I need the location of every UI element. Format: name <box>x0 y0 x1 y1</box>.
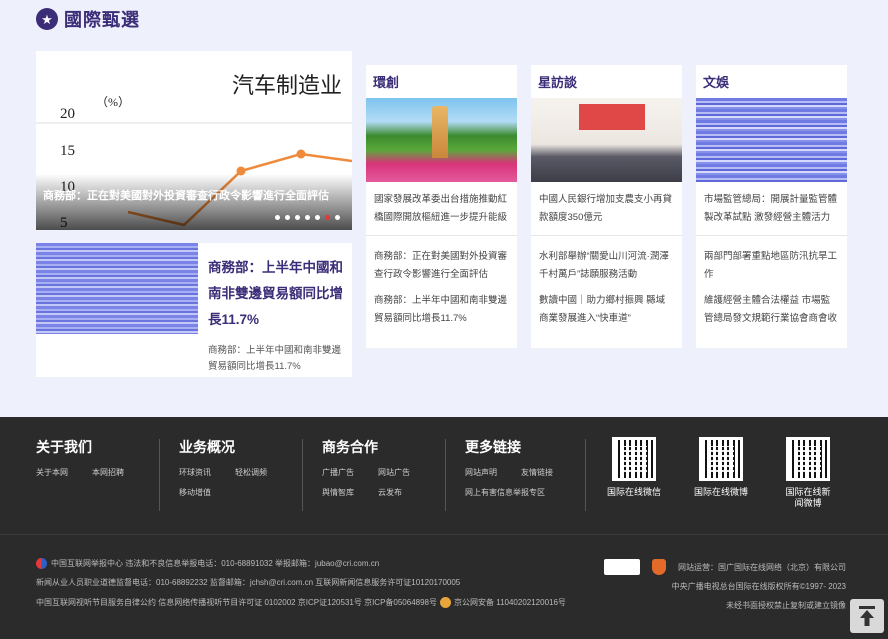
license-text[interactable]: 中国互联网视听节目服务自律公约 信息网络传播视听节目许可证 0102002 京I… <box>36 598 437 607</box>
footer-col-title: 业务概况 <box>179 439 235 455</box>
news-slider[interactable]: 汽车制造业 （%） 2015105 商務部：正在對美國對外投資審查行政令影響進行… <box>36 51 352 230</box>
copyright-text: 中央广播电视总台国际在线版权所有©1997- 2023 <box>671 582 846 591</box>
card-headline-text[interactable]: 國家發展改革委出台措施推動紅橋國際開放樞紐進一步提升能級 <box>374 191 509 227</box>
footer-divider <box>159 439 160 511</box>
footer-col-about: 关于我们 关于本网 本网招聘 <box>36 437 148 478</box>
qr-weibo[interactable]: 国际在线微博 <box>681 437 761 498</box>
card-link[interactable]: 水利部舉辦“關愛山川河流·潤澤千村萬戶”誌願服務活動 <box>531 236 682 284</box>
footer-ethics-line: 新闻从业人员职业道德监督电话：010-68892232 监督邮箱：jchsh@c… <box>36 578 461 587</box>
back-to-top-button[interactable] <box>850 599 884 633</box>
footer-col-title: 更多链接 <box>465 439 521 455</box>
footer-divider <box>445 439 446 511</box>
slider-dot[interactable] <box>305 215 310 220</box>
footer-link[interactable]: 舆情智库 <box>322 487 378 498</box>
slider-dot[interactable] <box>285 215 290 220</box>
slider-dot[interactable] <box>315 215 320 220</box>
card-headline-text[interactable]: 市場監管總局：開展計量監管體製改革試點 激發經營主體活力 <box>704 191 839 227</box>
verified-site-logo[interactable] <box>604 559 640 575</box>
card-link[interactable]: 兩部門部署重點地區防汛抗旱工作 <box>696 236 847 284</box>
operator-text: 网站运营：国广国际在线网络（北京）有限公司 <box>678 563 846 572</box>
slide-image-heading: 汽车制造业 <box>232 73 342 98</box>
footer-link[interactable]: 网上有害信息举报专区 <box>465 487 577 498</box>
card-headline-text[interactable]: 中國人民銀行增加支農支小再貸款額度350億元 <box>539 191 674 227</box>
arrow-up-icon <box>859 606 875 626</box>
footer-divider <box>585 439 586 511</box>
qr-label: 国际在线微信 <box>606 487 661 497</box>
feature-subtitle[interactable]: 商務部：上半年中國和南非雙邊貿易額同比增長11.7% <box>208 343 348 375</box>
card-link[interactable]: 商務部：上半年中國和南非雙邊貿易額同比增長11.7% <box>366 284 517 328</box>
footer-divider <box>302 439 303 511</box>
qr-code-icon <box>699 437 743 481</box>
slider-dot[interactable] <box>275 215 280 220</box>
qr-label: 国际在线新闻微博 <box>785 487 831 508</box>
footer-link[interactable]: 网站声明 <box>465 467 521 478</box>
footer-col-cooperation: 商务合作 广播广告 网站广告 舆情智库 云发布 <box>322 437 434 498</box>
footer-link[interactable]: 轻松调频 <box>235 467 291 478</box>
footer-links-area: 关于我们 关于本网 本网招聘 业务概况 环球资讯 轻松调频 移动增值 商务合作 … <box>0 417 888 534</box>
footer-col-more: 更多链接 网站声明 友情链接 网上有害信息举报专区 <box>465 437 577 498</box>
shield-icon[interactable] <box>652 559 666 575</box>
footer-link[interactable]: 云发布 <box>378 487 434 498</box>
footer-link[interactable]: 网站广告 <box>378 467 434 478</box>
card-xingfangtan: 星訪談 中國人民銀行增加支農支小再貸款額度350億元 水利部舉辦“關愛山川河流·… <box>531 65 682 348</box>
card-wenyu: 文娛 市場監管總局：開展計量監管體製改革試點 激發經營主體活力 兩部門部署重點地… <box>696 65 847 348</box>
card-link[interactable]: 數讀中國｜助力鄉村振興 縣域商業發展進入“快車道” <box>531 284 682 328</box>
footer-report-line: 中国互联网举报中心 违法和不良信息举报电话：010-68891032 举报邮箱：… <box>36 558 379 570</box>
slide-image-unit: （%） <box>96 95 130 109</box>
section-title: 國際甄選 <box>64 10 140 30</box>
pagoda-shape <box>432 106 448 158</box>
footer-col-title: 商务合作 <box>322 439 378 455</box>
slider-dot[interactable] <box>335 215 340 220</box>
footer-link[interactable]: 广播广告 <box>322 467 378 478</box>
qr-news-weibo[interactable]: 国际在线新闻微博 <box>768 437 848 509</box>
police-badge-icon <box>440 597 451 609</box>
footer-info: 中国互联网举报中心 违法和不良信息举报电话：010-68891032 举报邮箱：… <box>0 534 888 639</box>
card-image[interactable] <box>696 98 847 182</box>
qr-code-icon <box>786 437 830 481</box>
qr-code-icon <box>612 437 656 481</box>
footer-link[interactable]: 移动增值 <box>179 487 235 498</box>
footer-link[interactable]: 关于本网 <box>36 467 92 478</box>
card-heading[interactable]: 文娛 <box>696 65 847 98</box>
report-center-icon <box>36 558 47 570</box>
card-headline[interactable]: 國家發展改革委出台措施推動紅橋國際開放樞紐進一步提升能級 <box>366 182 517 236</box>
footer-col-title: 关于我们 <box>36 439 92 455</box>
feature-card[interactable]: 商務部：上半年中國和南非雙邊貿易額同比增長11.7% 商務部：上半年中國和南非雙… <box>36 243 352 377</box>
mirror-notice: 未经书面授权禁止复制或建立镜像 <box>726 601 846 610</box>
feature-title[interactable]: 商務部：上半年中國和南非雙邊貿易額同比增長11.7% <box>208 255 348 333</box>
footer-link[interactable]: 环球资讯 <box>179 467 235 478</box>
qr-label: 国际在线微博 <box>693 487 748 497</box>
qr-wechat[interactable]: 国际在线微信 <box>594 437 674 498</box>
star-icon: ★ <box>36 8 58 30</box>
slider-dot[interactable] <box>295 215 300 220</box>
police-record-text[interactable]: 京公网安备 11040202120016号 <box>454 598 566 607</box>
report-text[interactable]: 中国互联网举报中心 违法和不良信息举报电话：010-68891032 举报邮箱：… <box>51 559 379 568</box>
slider-dot[interactable] <box>325 215 330 220</box>
card-huanchuang: 環創 國家發展改革委出台措施推動紅橋國際開放樞紐進一步提升能級 商務部：正在對美… <box>366 65 517 348</box>
footer-license-line: 中国互联网视听节目服务自律公约 信息网络传播视听节目许可证 0102002 京I… <box>36 597 566 609</box>
card-headline[interactable]: 市場監管總局：開展計量監管體製改革試點 激發經營主體活力 <box>696 182 847 236</box>
card-link[interactable]: 商務部：正在對美國對外投資審查行政令影響進行全面評估 <box>366 236 517 284</box>
card-heading[interactable]: 星訪談 <box>531 65 682 98</box>
slide-image-point <box>296 149 306 159</box>
section-header: ★ 國際甄選 <box>36 6 140 32</box>
slide-image-tick: 15 <box>60 143 75 159</box>
card-image[interactable] <box>531 98 682 182</box>
slide-caption[interactable]: 商務部：正在對美國對外投資審查行政令影響進行全面評估 <box>43 187 329 203</box>
card-headline[interactable]: 中國人民銀行增加支農支小再貸款額度350億元 <box>531 182 682 236</box>
card-image[interactable] <box>366 98 517 182</box>
banner-shape <box>579 104 645 130</box>
footer-link[interactable]: 友情链接 <box>521 467 577 478</box>
slide-image-tick: 20 <box>60 106 75 122</box>
slider-dots <box>275 215 340 220</box>
card-link[interactable]: 維護經營主體合法權益 市場監管總局發文規範行業協會商會收 <box>696 284 847 328</box>
feature-thumbnail[interactable] <box>36 243 198 334</box>
footer-link[interactable]: 本网招聘 <box>92 467 148 478</box>
footer-col-business: 业务概况 环球资讯 轻松调频 移动增值 <box>179 437 291 498</box>
card-heading[interactable]: 環創 <box>366 65 517 98</box>
